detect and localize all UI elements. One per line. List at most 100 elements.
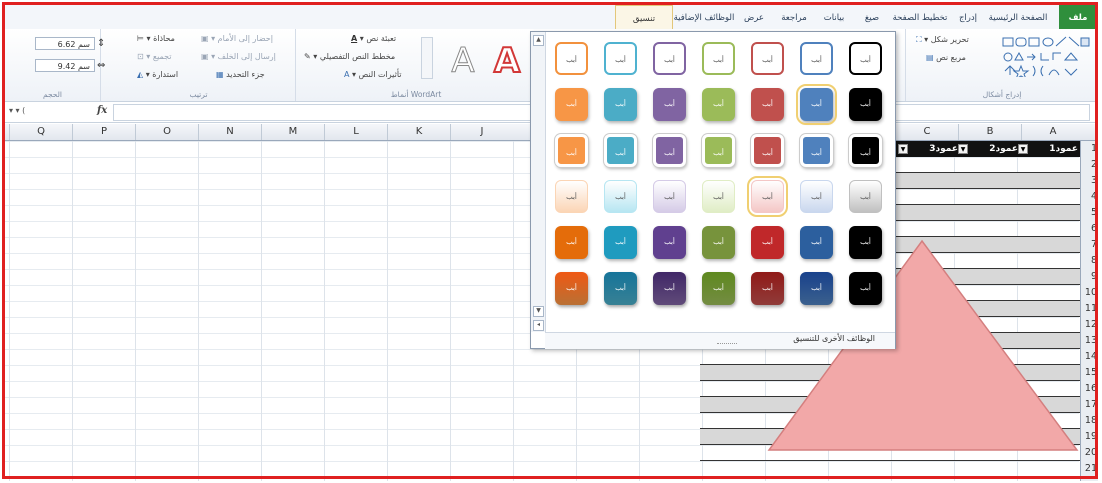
shape-style-swatch[interactable]: أبب <box>555 134 588 167</box>
shape-style-swatch[interactable]: أبب <box>849 42 882 75</box>
column-header[interactable]: L <box>324 124 387 140</box>
tab-3[interactable]: تخطيط الصفحة <box>891 5 949 29</box>
column-header[interactable]: A <box>1021 124 1084 140</box>
row-header[interactable]: 8 <box>1081 253 1097 269</box>
column-header[interactable]: J <box>450 124 513 140</box>
fx-icon[interactable]: fx <box>97 105 107 116</box>
row-header[interactable]: 20 <box>1081 445 1097 461</box>
tab-1[interactable]: الصفحة الرئيسية <box>987 5 1049 29</box>
row-header[interactable]: 6 <box>1081 221 1097 237</box>
shape-style-swatch[interactable]: أبب <box>800 180 833 213</box>
shape-style-swatch[interactable]: أبب <box>555 88 588 121</box>
shape-style-swatch[interactable]: أبب <box>604 272 637 305</box>
gallery-more[interactable]: ◂ <box>533 320 544 331</box>
shape-style-swatch[interactable]: أبب <box>653 88 686 121</box>
wordart-scroll[interactable] <box>421 37 433 79</box>
shape-style-swatch[interactable]: أبب <box>702 88 735 121</box>
row-header[interactable]: 12 <box>1081 317 1097 333</box>
shape-style-swatch[interactable]: أبب <box>796 84 837 125</box>
column-header[interactable]: B <box>958 124 1021 140</box>
shape-width-field[interactable]: 9.42 سم <box>35 59 95 72</box>
shape-style-swatch[interactable]: أبب <box>604 134 637 167</box>
shape-style-swatch[interactable]: أبب <box>653 42 686 75</box>
column-header[interactable]: K <box>387 124 450 140</box>
shape-style-swatch[interactable]: أبب <box>751 88 784 121</box>
shape-style-swatch[interactable]: أبب <box>604 42 637 75</box>
shape-style-swatch[interactable]: أبب <box>849 272 882 305</box>
shape-style-swatch[interactable]: أبب <box>800 42 833 75</box>
shape-style-swatch[interactable]: أبب <box>555 272 588 305</box>
shape-style-swatch[interactable]: أبب <box>849 226 882 259</box>
gallery-scrollbar[interactable]: ▲ ▼ ◂ <box>531 32 546 332</box>
column-header[interactable]: O <box>135 124 198 140</box>
shape-style-swatch[interactable]: أبب <box>702 42 735 75</box>
shape-style-swatch[interactable]: أبب <box>747 176 788 217</box>
row-header[interactable]: 3 <box>1081 173 1097 189</box>
column-header[interactable]: C <box>895 124 958 140</box>
row-header[interactable]: 10 <box>1081 285 1097 301</box>
filter-dropdown-icon[interactable]: ▼ <box>958 144 968 154</box>
shapes-gallery-icon[interactable] <box>1001 35 1091 77</box>
gallery-resize-grip[interactable] <box>717 343 737 347</box>
row-header[interactable]: 19 <box>1081 429 1097 445</box>
tab-0[interactable]: ملف <box>1059 5 1097 29</box>
shape-style-swatch[interactable]: أبب <box>702 134 735 167</box>
shape-style-swatch[interactable]: أبب <box>555 180 588 213</box>
column-header[interactable]: M <box>261 124 324 140</box>
shape-style-swatch[interactable]: أبب <box>604 180 637 213</box>
shape-style-swatch[interactable]: أبب <box>653 226 686 259</box>
row-header[interactable]: 16 <box>1081 381 1097 397</box>
row-header[interactable]: 21 <box>1081 461 1097 477</box>
shape-style-swatch[interactable]: أبب <box>555 226 588 259</box>
row-header[interactable]: 17 <box>1081 397 1097 413</box>
shape-style-swatch[interactable]: أبب <box>800 272 833 305</box>
bring-forward-button[interactable]: إحضار إلى الأمام ▾ ▣ <box>201 34 273 43</box>
shape-style-swatch[interactable]: أبب <box>555 42 588 75</box>
text-outline-button[interactable]: مخطط النص التفصيلي ▾ ✎ <box>304 52 395 61</box>
row-header[interactable]: 4 <box>1081 189 1097 205</box>
shape-style-swatch[interactable]: أبب <box>800 134 833 167</box>
shape-style-swatch[interactable]: أبب <box>653 180 686 213</box>
column-header[interactable]: Q <box>9 124 72 140</box>
filter-dropdown-icon[interactable]: ▼ <box>898 144 908 154</box>
shape-style-swatch[interactable]: أبب <box>849 88 882 121</box>
shape-style-swatch[interactable]: أبب <box>702 226 735 259</box>
tab-9[interactable]: تنسيق <box>615 5 673 29</box>
shape-style-swatch[interactable]: أبب <box>604 88 637 121</box>
wordart-style-white[interactable]: A <box>446 43 480 80</box>
shape-style-swatch[interactable]: أبب <box>751 42 784 75</box>
wordart-style-red[interactable]: A <box>490 42 524 80</box>
text-fill-button[interactable]: تعبئة نص ▾ A <box>351 34 396 43</box>
text-box-button[interactable]: مربع نص ▤ <box>926 53 966 62</box>
tab-7[interactable]: عرض <box>735 5 773 29</box>
row-header[interactable]: 2 <box>1081 157 1097 173</box>
shape-style-swatch[interactable]: أبب <box>604 226 637 259</box>
send-backward-button[interactable]: إرسال إلى الخلف ▾ ▣ <box>201 52 276 61</box>
shape-style-swatch[interactable]: أبب <box>653 134 686 167</box>
row-header[interactable]: 7 <box>1081 237 1097 253</box>
column-header[interactable]: P <box>72 124 135 140</box>
row-header[interactable]: 5 <box>1081 205 1097 221</box>
filter-dropdown-icon[interactable]: ▼ <box>1018 144 1028 154</box>
tab-8[interactable]: الوظائف الإضافية <box>673 5 735 29</box>
text-effects-button[interactable]: تأثيرات النص ▾ A <box>344 70 401 79</box>
shape-style-swatch[interactable]: أبب <box>702 180 735 213</box>
tab-4[interactable]: صيغ <box>853 5 891 29</box>
tab-6[interactable]: مراجعة <box>773 5 815 29</box>
shape-style-swatch[interactable]: أبب <box>653 272 686 305</box>
selection-pane-button[interactable]: جزء التحديد ▦ <box>216 70 265 79</box>
column-header[interactable]: N <box>198 124 261 140</box>
table-header-cell[interactable]: عمود2 <box>970 141 1018 157</box>
row-header[interactable]: 11 <box>1081 301 1097 317</box>
shape-style-swatch[interactable]: أبب <box>751 134 784 167</box>
row-header[interactable]: 14 <box>1081 349 1097 365</box>
tab-2[interactable]: إدراج <box>949 5 987 29</box>
shape-style-swatch[interactable]: أبب <box>849 134 882 167</box>
row-header[interactable]: 15 <box>1081 365 1097 381</box>
row-header[interactable]: 1 <box>1081 141 1097 157</box>
table-header-cell[interactable]: عمود1 <box>1030 141 1078 157</box>
gallery-scroll-up[interactable]: ▲ <box>533 35 544 46</box>
group-button[interactable]: تجميع ▾ ⊡ <box>137 52 172 61</box>
shape-style-swatch[interactable]: أبب <box>849 180 882 213</box>
rotate-button[interactable]: استدارة ▾ ◭ <box>137 70 178 79</box>
